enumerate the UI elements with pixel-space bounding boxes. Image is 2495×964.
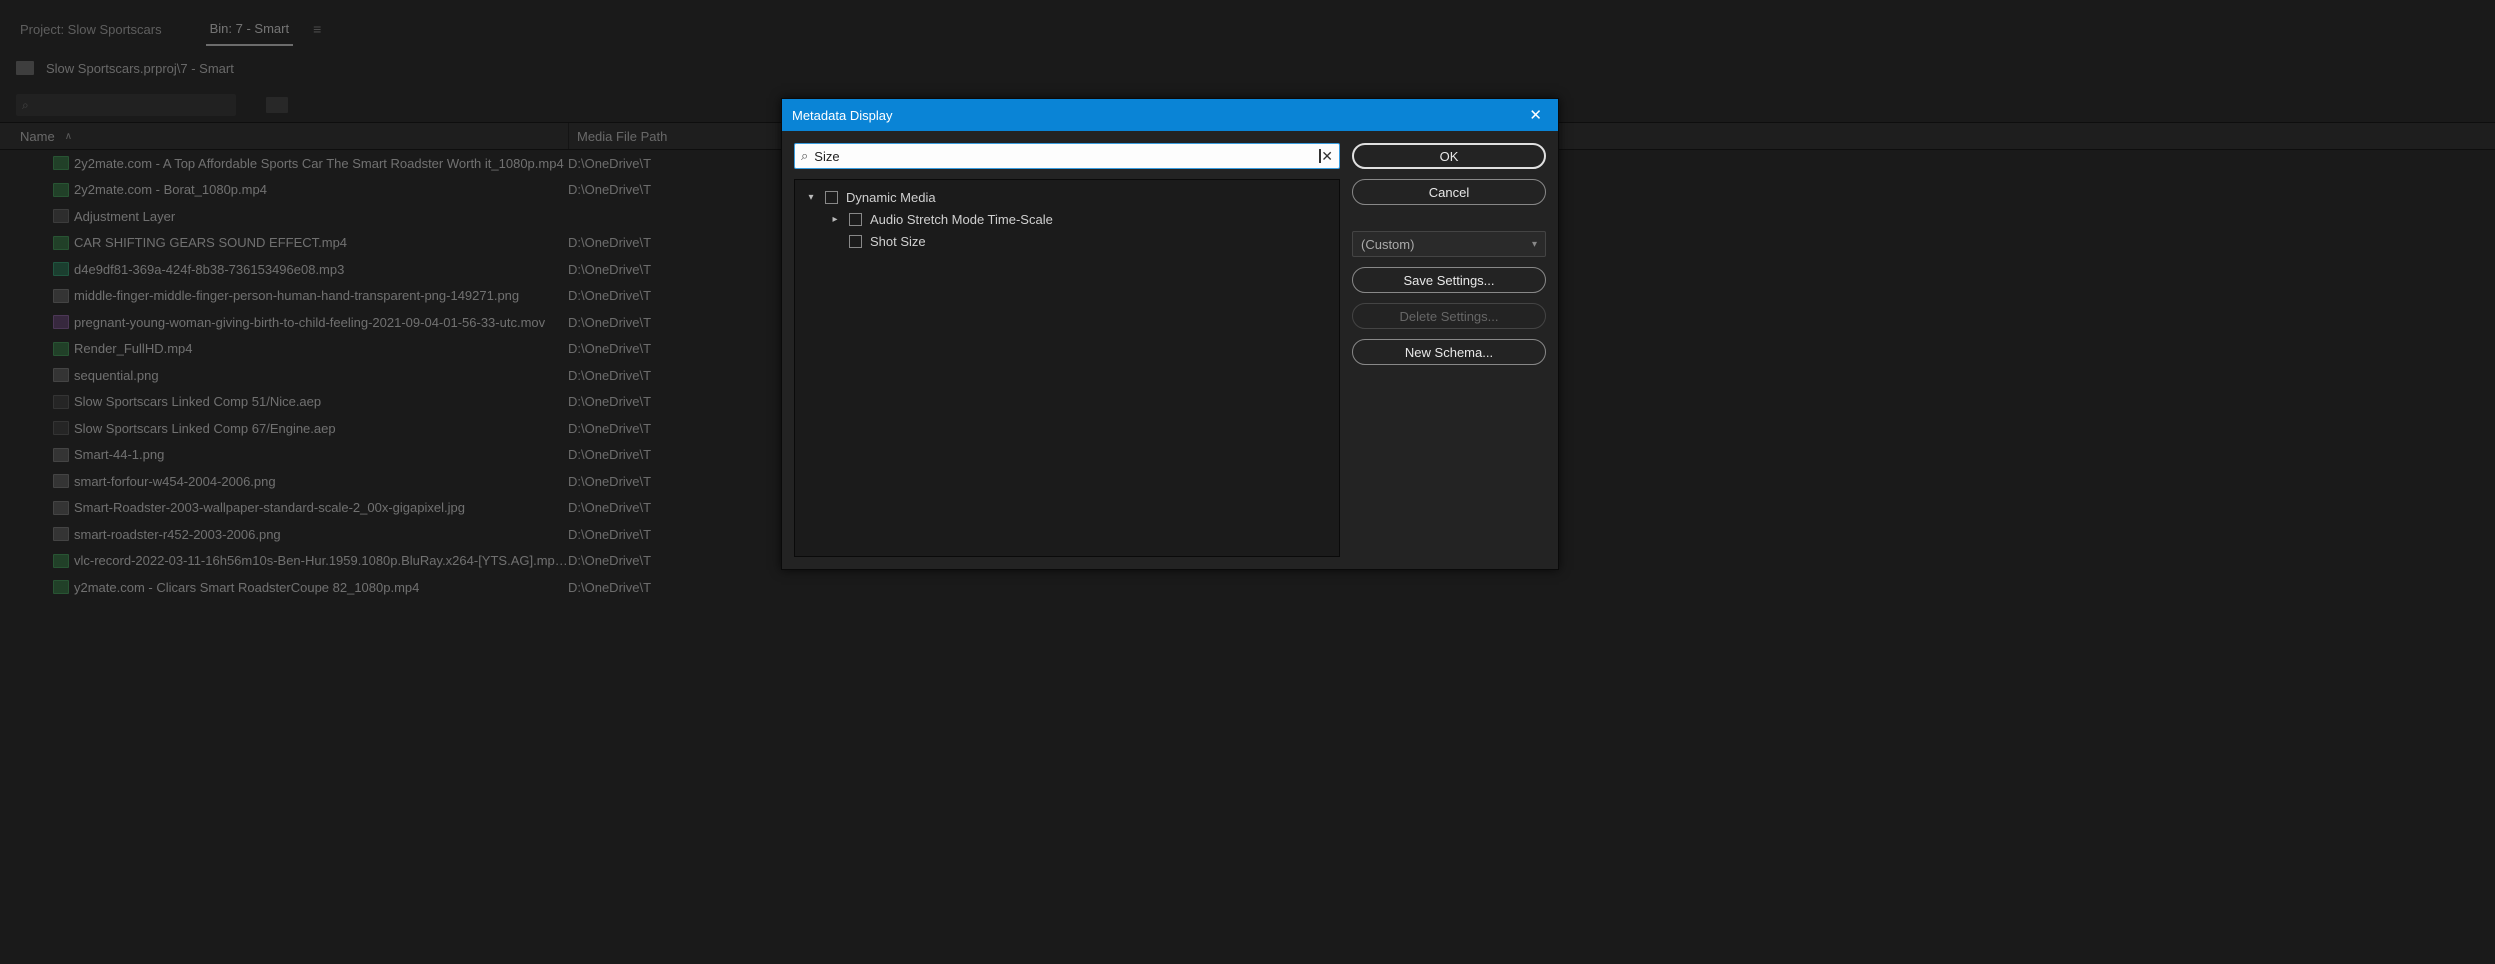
close-icon[interactable]: ✕ (1523, 106, 1548, 124)
file-path: D:\OneDrive\T (568, 368, 651, 383)
file-type-icon (48, 289, 74, 303)
file-path: D:\OneDrive\T (568, 182, 651, 197)
file-type-icon (48, 342, 74, 356)
file-type-icon (48, 315, 74, 329)
checkbox[interactable] (825, 191, 838, 204)
column-header-name[interactable]: Name ∧ (20, 129, 568, 144)
file-name[interactable]: d4e9df81-369a-424f-8b38-736153496e08.mp3 (74, 262, 568, 277)
column-name-label: Name (20, 129, 55, 144)
project-search-input[interactable] (16, 94, 236, 116)
dialog-title: Metadata Display (792, 108, 1523, 123)
search-icon: ⌕ (22, 98, 29, 113)
file-path: D:\OneDrive\T (568, 553, 651, 568)
file-type-icon (48, 474, 74, 488)
file-name[interactable]: vlc-record-2022-03-11-16h56m10s-Ben-Hur.… (74, 553, 568, 568)
file-type-icon (48, 554, 74, 568)
file-path: D:\OneDrive\T (568, 527, 651, 542)
file-name[interactable]: 2y2mate.com - A Top Affordable Sports Ca… (74, 156, 568, 171)
delete-settings-button: Delete Settings... (1352, 303, 1546, 329)
file-type-icon (48, 448, 74, 462)
tree-item-audio-stretch[interactable]: ▸ Audio Stretch Mode Time-Scale (799, 208, 1335, 230)
file-name[interactable]: Slow Sportscars Linked Comp 67/Engine.ae… (74, 421, 568, 436)
chevron-down-icon: ▾ (1532, 239, 1537, 250)
file-type-icon (48, 527, 74, 541)
file-path: D:\OneDrive\T (568, 262, 651, 277)
search-icon: ⌕ (801, 148, 808, 164)
sort-ascending-icon: ∧ (65, 131, 72, 142)
file-name[interactable]: y2mate.com - Clicars Smart RoadsterCoupe… (74, 580, 568, 595)
checkbox[interactable] (849, 213, 862, 226)
clear-search-icon[interactable]: ✕ (1321, 148, 1333, 165)
file-name[interactable]: smart-roadster-r452-2003-2006.png (74, 527, 568, 542)
file-name[interactable]: smart-forfour-w454-2004-2006.png (74, 474, 568, 489)
file-path: D:\OneDrive\T (568, 156, 651, 171)
file-name[interactable]: Adjustment Layer (74, 209, 568, 224)
preset-dropdown[interactable]: (Custom) ▾ (1352, 231, 1546, 257)
file-path: D:\OneDrive\T (568, 394, 651, 409)
file-path: D:\OneDrive\T (568, 474, 651, 489)
breadcrumb: Slow Sportscars.prproj\7 - Smart (46, 61, 234, 76)
tree-group-dynamic-media[interactable]: ▾ Dynamic Media (799, 186, 1335, 208)
metadata-search-input[interactable] (814, 149, 1318, 164)
file-type-icon (48, 236, 74, 250)
bin-icon (16, 61, 34, 75)
save-settings-button[interactable]: Save Settings... (1352, 267, 1546, 293)
file-name[interactable]: CAR SHIFTING GEARS SOUND EFFECT.mp4 (74, 235, 568, 250)
file-path: D:\OneDrive\T (568, 235, 651, 250)
column-path-label: Media File Path (577, 129, 667, 144)
tab-bin[interactable]: Bin: 7 - Smart (206, 13, 293, 46)
tab-project[interactable]: Project: Slow Sportscars (16, 14, 166, 45)
file-name[interactable]: pregnant-young-woman-giving-birth-to-chi… (74, 315, 568, 330)
file-path: D:\OneDrive\T (568, 447, 651, 462)
dialog-titlebar[interactable]: Metadata Display ✕ (782, 99, 1558, 131)
file-name[interactable]: sequential.png (74, 368, 568, 383)
file-name[interactable]: Smart-44-1.png (74, 447, 568, 462)
metadata-display-dialog: Metadata Display ✕ ⌕ ✕ ▾ Dynamic Media ▸ (781, 98, 1559, 570)
file-name[interactable]: 2y2mate.com - Borat_1080p.mp4 (74, 182, 568, 197)
file-path: D:\OneDrive\T (568, 580, 651, 595)
checkbox[interactable] (849, 235, 862, 248)
tree-label: Dynamic Media (846, 190, 936, 205)
file-type-icon (48, 501, 74, 515)
file-type-icon (48, 262, 74, 276)
file-type-icon (48, 580, 74, 594)
new-bin-icon[interactable] (266, 97, 288, 113)
new-schema-button[interactable]: New Schema... (1352, 339, 1546, 365)
file-path: D:\OneDrive\T (568, 421, 651, 436)
chevron-right-icon[interactable]: ▸ (829, 214, 841, 225)
tree-item-shot-size[interactable]: Shot Size (799, 230, 1335, 252)
ok-button[interactable]: OK (1352, 143, 1546, 169)
panel-menu-icon[interactable]: ≡ (313, 21, 321, 37)
file-path: D:\OneDrive\T (568, 288, 651, 303)
file-name[interactable]: middle-finger-middle-finger-person-human… (74, 288, 568, 303)
file-name[interactable]: Smart-Roadster-2003-wallpaper-standard-s… (74, 500, 568, 515)
cancel-button[interactable]: Cancel (1352, 179, 1546, 205)
chevron-down-icon[interactable]: ▾ (805, 192, 817, 203)
metadata-search-field[interactable]: ⌕ ✕ (794, 143, 1340, 169)
file-type-icon (48, 368, 74, 382)
file-path: D:\OneDrive\T (568, 315, 651, 330)
tree-label: Audio Stretch Mode Time-Scale (870, 212, 1053, 227)
file-path: D:\OneDrive\T (568, 341, 651, 356)
metadata-tree[interactable]: ▾ Dynamic Media ▸ Audio Stretch Mode Tim… (794, 179, 1340, 557)
file-type-icon (48, 421, 74, 435)
file-type-icon (48, 156, 74, 170)
file-type-icon (48, 183, 74, 197)
file-name[interactable]: Slow Sportscars Linked Comp 51/Nice.aep (74, 394, 568, 409)
file-type-icon (48, 395, 74, 409)
preset-label: (Custom) (1361, 237, 1414, 252)
table-row[interactable]: y2mate.com - Clicars Smart RoadsterCoupe… (0, 574, 2495, 601)
file-type-icon (48, 209, 74, 223)
file-path: D:\OneDrive\T (568, 500, 651, 515)
file-name[interactable]: Render_FullHD.mp4 (74, 341, 568, 356)
tree-label: Shot Size (870, 234, 926, 249)
